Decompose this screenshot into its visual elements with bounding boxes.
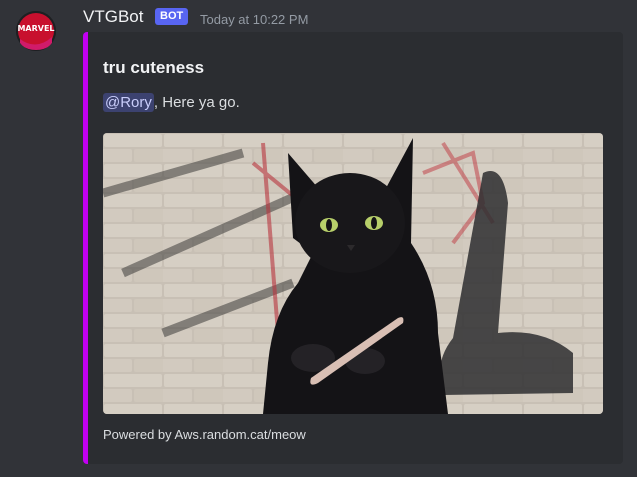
embed-image[interactable]	[103, 133, 603, 414]
black-cat-with-nail-file-image	[103, 133, 603, 414]
message-embed: tru cuteness @Rory, Here ya go. Powered …	[83, 32, 623, 464]
embed-footer: Powered by Aws.random.cat/meow	[103, 427, 306, 442]
embed-description: @Rory, Here ya go.	[103, 91, 240, 115]
author-name[interactable]: VTGBot	[83, 7, 143, 27]
message-timestamp[interactable]: Today at 10:22 PM	[200, 12, 308, 27]
bot-badge: BOT	[155, 8, 189, 25]
embed-description-text: , Here ya go.	[153, 94, 240, 111]
user-mention[interactable]: @Rory	[103, 93, 154, 112]
marvel-logo-icon: MARVEL	[16, 11, 56, 51]
bot-avatar[interactable]: MARVEL	[16, 11, 56, 51]
embed-accent-bar	[83, 32, 88, 464]
embed-title: tru cuteness	[103, 58, 205, 77]
svg-text:MARVEL: MARVEL	[17, 24, 54, 33]
